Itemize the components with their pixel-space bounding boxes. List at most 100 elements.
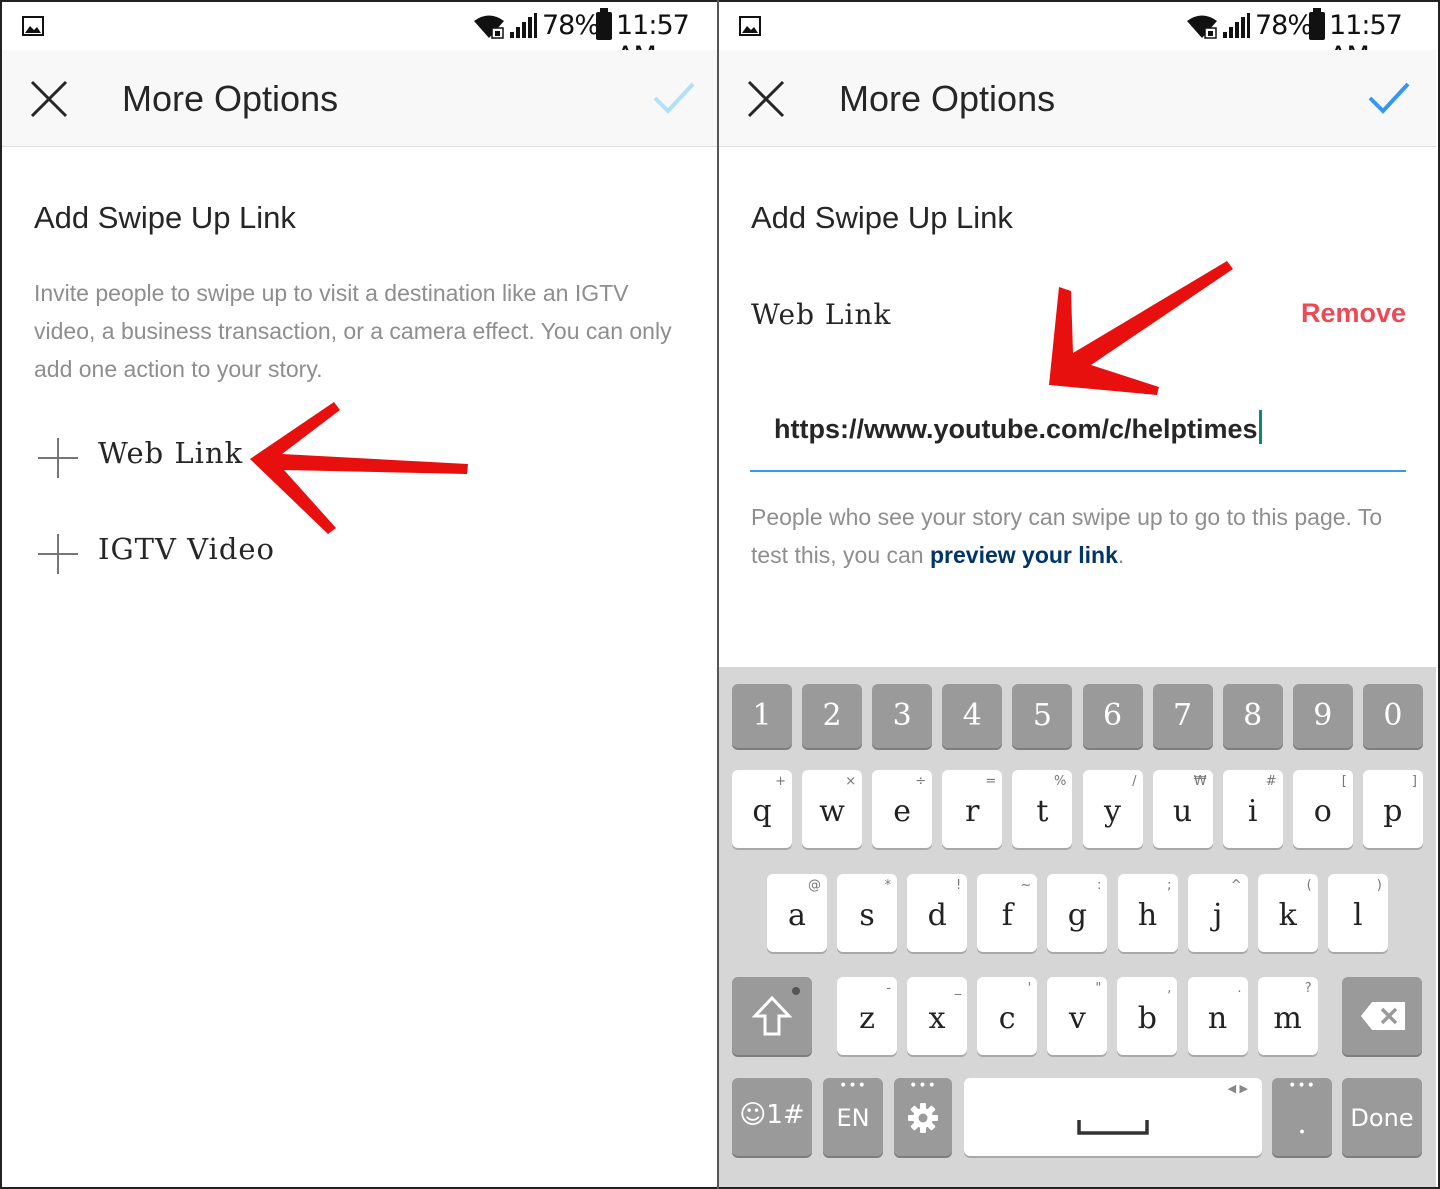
- space-bar-icon: [1077, 1120, 1149, 1135]
- key-6[interactable]: 6: [1082, 684, 1143, 748]
- shift-key[interactable]: [732, 977, 812, 1055]
- key-g[interactable]: :g: [1047, 874, 1108, 952]
- key-secondary-char: +: [775, 774, 786, 789]
- key-secondary-char: *: [884, 878, 892, 893]
- key-label: 8: [1243, 698, 1263, 733]
- key-label: f: [1001, 898, 1013, 933]
- key-secondary-char: ÷: [915, 774, 927, 789]
- key-l[interactable]: ) l: [1327, 874, 1388, 952]
- web-link-label: Web Link: [751, 298, 892, 331]
- key-secondary-char: !: [955, 878, 962, 893]
- key-label: d: [927, 898, 947, 933]
- key-c[interactable]: ' c: [977, 977, 1038, 1055]
- space-key[interactable]: ◀ ▶: [964, 1078, 1262, 1156]
- key-9[interactable]: 9: [1292, 684, 1353, 748]
- key-x[interactable]: _ x: [907, 977, 968, 1055]
- key-label: a: [788, 898, 806, 933]
- key-label: j: [1212, 898, 1223, 933]
- key-label: u: [1172, 794, 1193, 829]
- key-w[interactable]: × w: [802, 770, 863, 848]
- backspace-key[interactable]: [1342, 977, 1422, 1055]
- key-label: p: [1383, 794, 1403, 829]
- url-input-value: https://www.youtube.com/c/helptimes: [774, 410, 1262, 445]
- key-label: 6: [1102, 698, 1123, 733]
- key-label: o: [1313, 794, 1332, 829]
- done-key[interactable]: Done: [1342, 1078, 1422, 1156]
- key-label: g: [1067, 898, 1087, 933]
- key-label: n: [1207, 1001, 1228, 1036]
- preview-link[interactable]: preview your link: [930, 542, 1118, 568]
- keyboard-settings-key[interactable]: •••: [894, 1078, 952, 1156]
- close-icon[interactable]: [747, 80, 785, 118]
- key-0[interactable]: 0: [1362, 684, 1423, 748]
- key-4[interactable]: 4: [942, 684, 1003, 748]
- key-v[interactable]: " v: [1047, 977, 1108, 1055]
- key-secondary-char: ": [1095, 981, 1102, 996]
- url-input[interactable]: https://www.youtube.com/c/helptimes: [750, 402, 1406, 472]
- key-s[interactable]: * s: [837, 874, 898, 952]
- key-secondary-char: /: [1132, 774, 1137, 789]
- add-web-link-option[interactable]: Web Link: [38, 434, 242, 484]
- key-i[interactable]: # i: [1222, 770, 1283, 848]
- shift-indicator: [792, 987, 800, 995]
- key-2[interactable]: 2: [802, 684, 863, 748]
- key-8[interactable]: 8: [1222, 684, 1283, 748]
- key-label: l: [1352, 898, 1363, 933]
- key-q[interactable]: + q: [732, 770, 792, 848]
- key-label: c: [998, 1001, 1016, 1036]
- key-t[interactable]: % t: [1012, 770, 1073, 848]
- key-k[interactable]: (k: [1257, 874, 1318, 952]
- key-e[interactable]: ÷ e: [872, 770, 933, 848]
- add-igtv-video-option[interactable]: IGTV Video: [38, 530, 274, 580]
- key-5[interactable]: 5: [1012, 684, 1073, 748]
- key-secondary-char: %: [1054, 774, 1067, 789]
- key-b[interactable]: ,b: [1117, 977, 1178, 1055]
- close-icon[interactable]: [30, 80, 68, 118]
- remove-button[interactable]: Remove: [1301, 298, 1406, 329]
- key-label: 2: [822, 698, 842, 733]
- key-j[interactable]: ^ j: [1187, 874, 1248, 952]
- key-label: t: [1036, 794, 1049, 829]
- key-h[interactable]: ; h: [1117, 874, 1178, 952]
- key-secondary-char: #: [1265, 774, 1277, 789]
- option-label: IGTV Video: [98, 532, 276, 566]
- key-label: 1: [752, 698, 772, 733]
- language-key[interactable]: ••• EN: [823, 1078, 883, 1156]
- confirm-check-icon[interactable]: [1367, 80, 1411, 116]
- key-u[interactable]: ₩ u: [1152, 770, 1213, 848]
- key-r[interactable]: = r: [942, 770, 1003, 848]
- cursor-arrows-hint: ◀ ▶: [1227, 1082, 1248, 1095]
- key-a[interactable]: @ a: [767, 874, 827, 952]
- emoji-symbols-key[interactable]: ☺1#: [732, 1078, 812, 1156]
- text-caret: [1258, 410, 1262, 444]
- key-z[interactable]: -z: [837, 977, 897, 1055]
- gallery-notification-icon: [22, 16, 44, 36]
- key-label: b: [1137, 1001, 1157, 1036]
- key-secondary-char: ]: [1411, 774, 1417, 789]
- battery-percent: 78%: [542, 10, 600, 41]
- key-label: z: [859, 1001, 875, 1036]
- key-label: y: [1104, 794, 1121, 829]
- key-y[interactable]: / y: [1082, 770, 1143, 848]
- key-secondary-char: ): [1376, 878, 1382, 893]
- signal-icon: [1223, 13, 1250, 38]
- key-f[interactable]: ~ f: [977, 874, 1038, 952]
- key-label: k: [1278, 898, 1297, 933]
- confirm-check-icon[interactable]: [652, 80, 696, 116]
- period-key[interactable]: ••• .: [1272, 1078, 1332, 1156]
- plus-icon: [38, 438, 78, 478]
- key-label: 9: [1313, 698, 1333, 733]
- key-label: i: [1247, 794, 1258, 829]
- key-1[interactable]: 1: [732, 684, 792, 748]
- key-7[interactable]: 7: [1152, 684, 1213, 748]
- key-d[interactable]: ! d: [907, 874, 968, 952]
- key-m[interactable]: ? m: [1257, 977, 1318, 1055]
- key-o[interactable]: [o: [1292, 770, 1353, 848]
- key-secondary-char: .: [1237, 981, 1242, 996]
- page-title: More Options: [122, 78, 339, 119]
- key-secondary-char: ^: [1230, 878, 1242, 893]
- key-3[interactable]: 3: [872, 684, 933, 748]
- wifi-icon: [474, 15, 504, 39]
- key-p[interactable]: ] p: [1362, 770, 1423, 848]
- key-n[interactable]: .n: [1187, 977, 1248, 1055]
